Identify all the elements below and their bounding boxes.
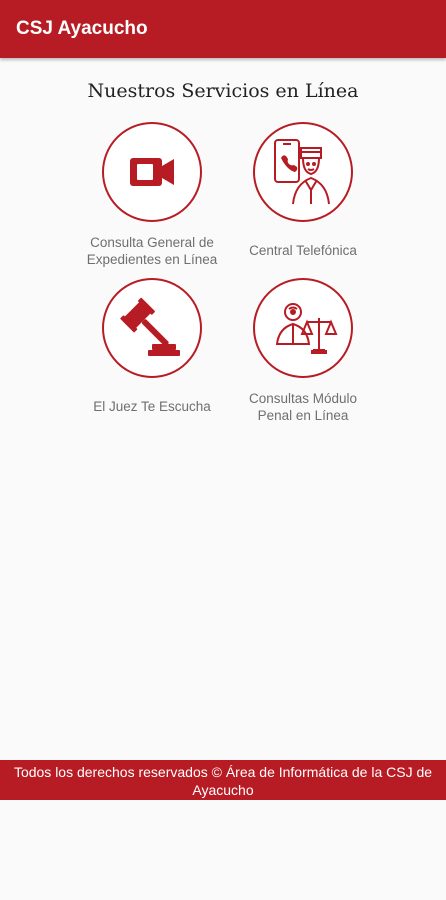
phone-operator-icon <box>274 139 330 205</box>
app-title: CSJ Ayacucho <box>16 18 148 39</box>
video-camera-icon <box>130 158 174 186</box>
service-label: Central Telefónica <box>249 243 357 258</box>
service-label: Consultas Módulo Penal en Línea <box>248 391 358 423</box>
service-icon-circle[interactable] <box>253 278 353 378</box>
service-icon-circle[interactable] <box>253 122 353 222</box>
judge-scales-icon <box>275 303 338 354</box>
service-central-telefonica[interactable]: Central Telefónica <box>213 122 393 259</box>
app-bar: CSJ Ayacucho <box>0 0 446 58</box>
gavel-icon <box>120 297 180 356</box>
footer-copyright: Todos los derechos reservados © Área de … <box>0 760 446 800</box>
page-title: Nuestros Servicios en Línea <box>87 80 359 102</box>
service-modulo-penal[interactable]: Consultas Módulo Penal en Línea <box>213 278 393 424</box>
service-icon-circle[interactable] <box>102 278 202 378</box>
service-icon-circle[interactable] <box>102 122 202 222</box>
